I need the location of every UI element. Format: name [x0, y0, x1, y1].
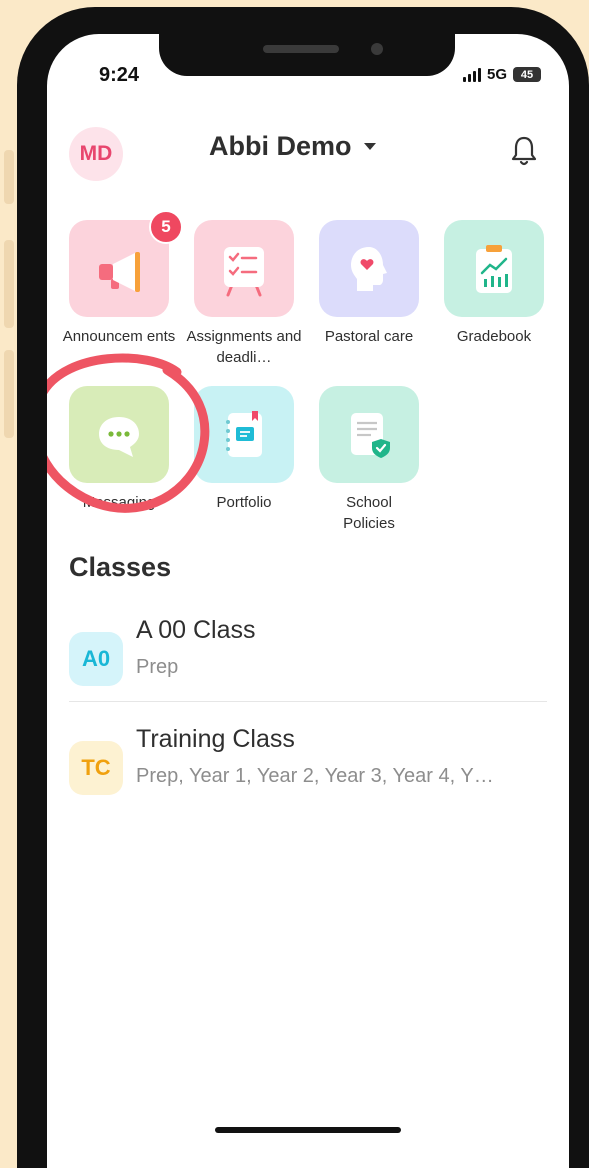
class-years: Prep	[136, 656, 179, 678]
heart-head-icon	[351, 246, 387, 291]
tile-label-school-policies: School Policies	[343, 494, 395, 532]
status-time: 9:24	[99, 64, 140, 86]
app-screen: 9:24 5G 45 MD Abbi Demo 5 Announcem ents	[47, 34, 569, 1168]
class-avatar: TC	[69, 741, 123, 795]
class-avatar: A0	[69, 632, 123, 686]
divider	[69, 701, 547, 702]
notch	[159, 34, 455, 76]
megaphone-icon	[99, 251, 140, 292]
tile-assignments[interactable]	[194, 220, 294, 317]
shield-document-icon	[351, 412, 390, 458]
status-indicators: 5G 45	[462, 66, 541, 83]
highlight-ring	[47, 353, 210, 513]
tile-pastoral-care[interactable]	[319, 220, 419, 317]
tile-label-announcements: Announcem ents	[62, 328, 176, 345]
chart-clipboard-icon	[476, 244, 512, 293]
tile-school-policies[interactable]	[319, 386, 419, 483]
checklist-board-icon	[224, 246, 264, 296]
class-name: A 00 Class	[136, 616, 256, 644]
avatar[interactable]: MD	[69, 127, 123, 181]
classes-title: Classes	[69, 552, 172, 582]
class-years: Prep, Year 1, Year 2, Year 3, Year 4, Y…	[136, 765, 494, 787]
phone-volume-down	[4, 350, 14, 438]
home-indicator[interactable]	[215, 1127, 401, 1133]
tile-label-pastoral-care: Pastoral care	[324, 328, 414, 345]
tile-label-gradebook: Gradebook	[456, 328, 532, 345]
phone-volume-up	[4, 240, 14, 328]
profile-switcher[interactable]: Abbi Demo	[209, 131, 376, 162]
speaker-grill	[263, 45, 339, 53]
chevron-down-icon	[363, 143, 376, 150]
class-row-tc[interactable]: TC Training Class Prep, Year 1, Year 2, …	[69, 725, 547, 809]
signal-icon	[462, 67, 481, 82]
class-name: Training Class	[136, 725, 295, 753]
announcements-badge: 5	[149, 210, 183, 244]
front-camera	[371, 43, 383, 55]
battery-icon: 45	[513, 67, 541, 82]
bell-icon[interactable]	[509, 134, 539, 168]
phone-side-button	[4, 150, 14, 204]
class-row-a0[interactable]: A0 A 00 Class Prep	[69, 616, 547, 700]
notebook-icon	[226, 410, 262, 457]
network-label: 5G	[486, 66, 507, 83]
tile-gradebook[interactable]	[444, 220, 544, 317]
profile-name: Abbi Demo	[209, 131, 352, 161]
